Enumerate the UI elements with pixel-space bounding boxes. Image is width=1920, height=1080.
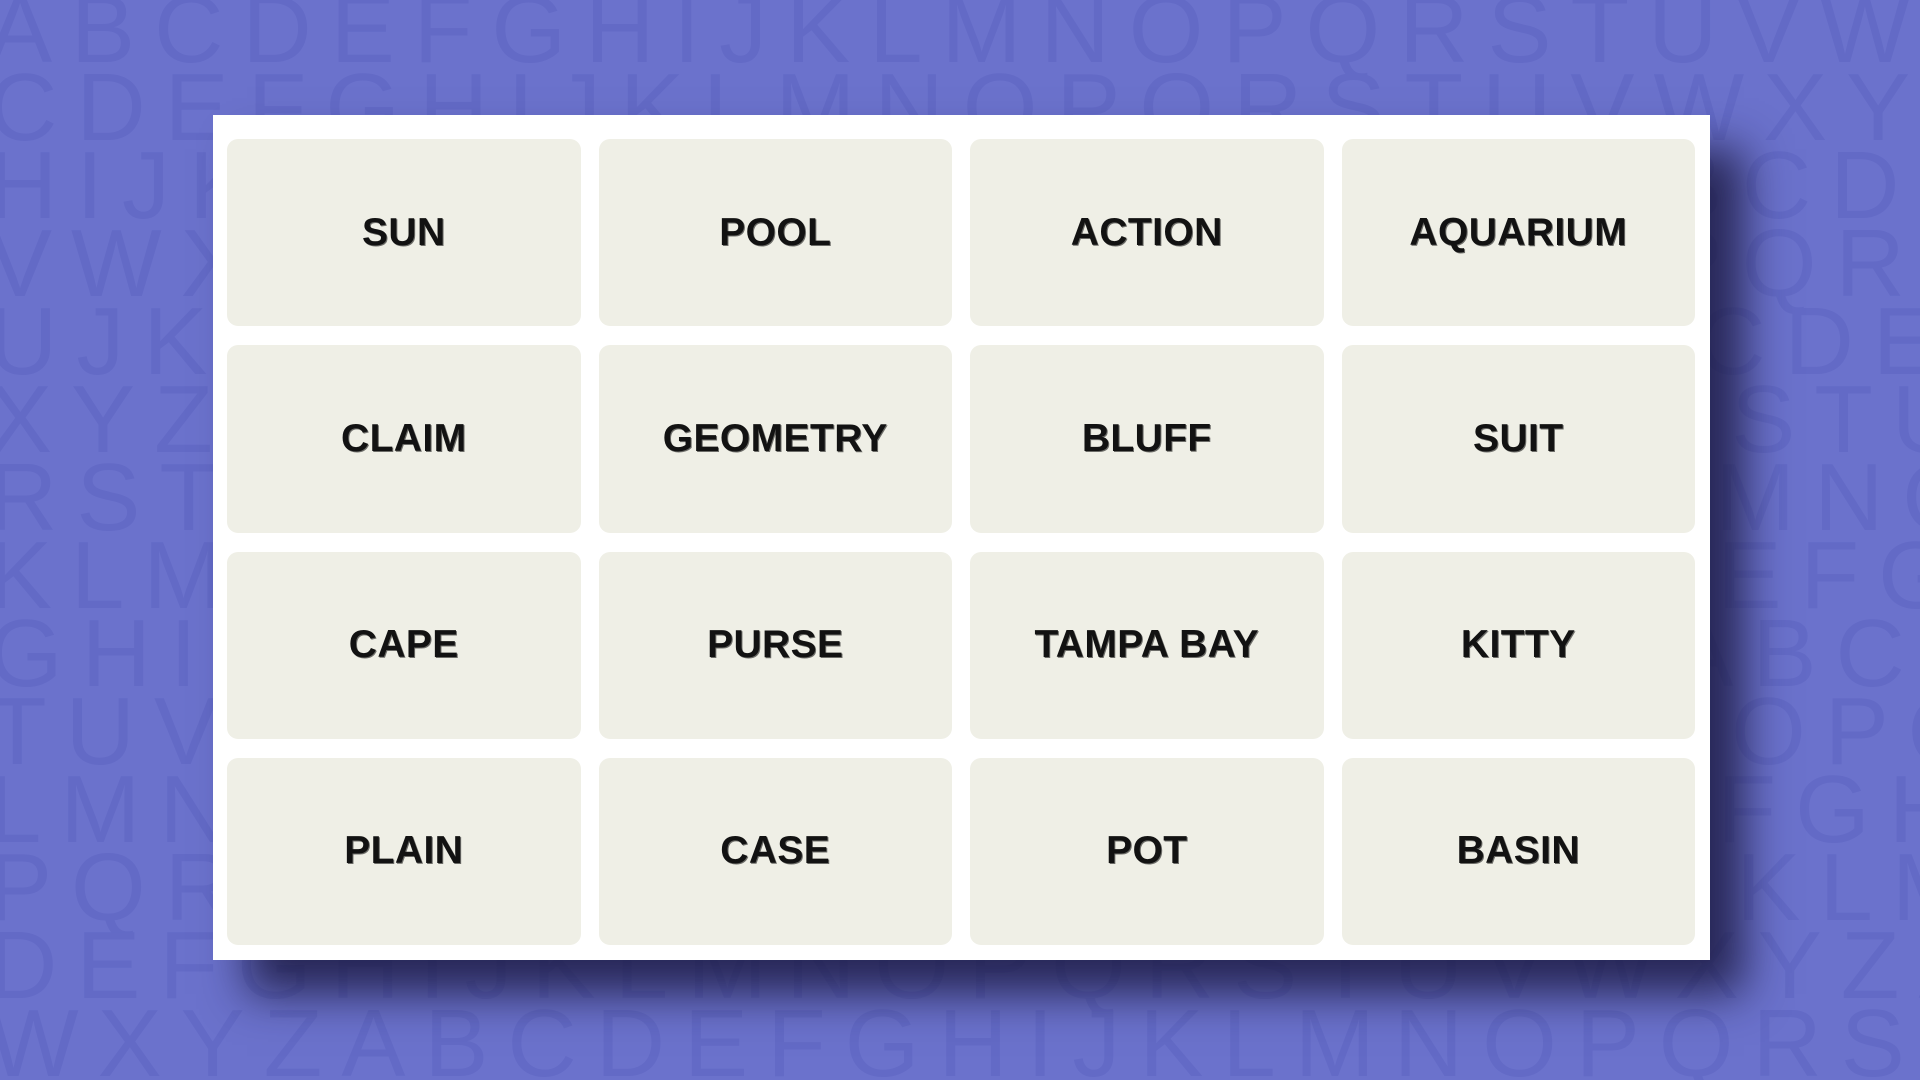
- alphabet-row: ABCDEFGHIJKLMNOPQRSTUVWXYZABCDEF: [0, 0, 1920, 83]
- word-tile[interactable]: POOL: [598, 139, 952, 327]
- word-tile-label: CASE: [720, 829, 831, 873]
- word-tile-label: SUIT: [1473, 416, 1564, 460]
- word-tile[interactable]: POT: [970, 757, 1324, 945]
- word-tile[interactable]: SUIT: [1341, 345, 1695, 533]
- word-tile-label: GEOMETRY: [662, 416, 888, 460]
- word-tile-label: POT: [1106, 829, 1188, 873]
- word-tile-label: SUN: [361, 210, 446, 254]
- word-tile[interactable]: ACTION: [970, 139, 1324, 327]
- word-tile[interactable]: BASIN: [1341, 757, 1695, 945]
- word-tile[interactable]: CAPE: [227, 551, 581, 739]
- alphabet-row: WXYZABCDEFGHIJKLMNOPQRSTUVWXYZAB: [0, 990, 1920, 1080]
- word-tile-label: ACTION: [1070, 210, 1223, 254]
- word-tile-label: BLUFF: [1081, 416, 1212, 460]
- word-tile-label: CAPE: [348, 623, 459, 667]
- word-tile[interactable]: GEOMETRY: [598, 345, 952, 533]
- word-tile-label: POOL: [719, 210, 832, 254]
- word-tile[interactable]: CLAIM: [227, 345, 581, 533]
- word-tile[interactable]: KITTY: [1341, 551, 1695, 739]
- word-tile-label: KITTY: [1460, 623, 1576, 667]
- word-tile-label: CLAIM: [341, 416, 467, 460]
- word-tile[interactable]: PURSE: [598, 551, 952, 739]
- word-tile-label: TAMPA BAY: [1034, 623, 1260, 667]
- word-tile-label: PURSE: [707, 623, 844, 667]
- word-tile-label: AQUARIUM: [1409, 210, 1628, 254]
- word-tile[interactable]: PLAIN: [227, 757, 581, 945]
- word-tile-label: PLAIN: [344, 829, 464, 873]
- word-tile[interactable]: AQUARIUM: [1341, 139, 1695, 327]
- word-tile-grid: SUN POOL ACTION AQUARIUM CLAIM GEOMETRY BLUFF S…: [227, 139, 1695, 945]
- word-tile[interactable]: TAMPA BAY: [970, 551, 1324, 739]
- word-tile[interactable]: SUN: [227, 139, 581, 327]
- word-tile[interactable]: BLUFF: [970, 345, 1324, 533]
- word-tile[interactable]: CASE: [598, 757, 952, 945]
- word-tile-label: BASIN: [1456, 829, 1580, 873]
- puzzle-board-card: SUN POOL ACTION AQUARIUM CLAIM GEOMETRY BLUFF S…: [213, 115, 1710, 960]
